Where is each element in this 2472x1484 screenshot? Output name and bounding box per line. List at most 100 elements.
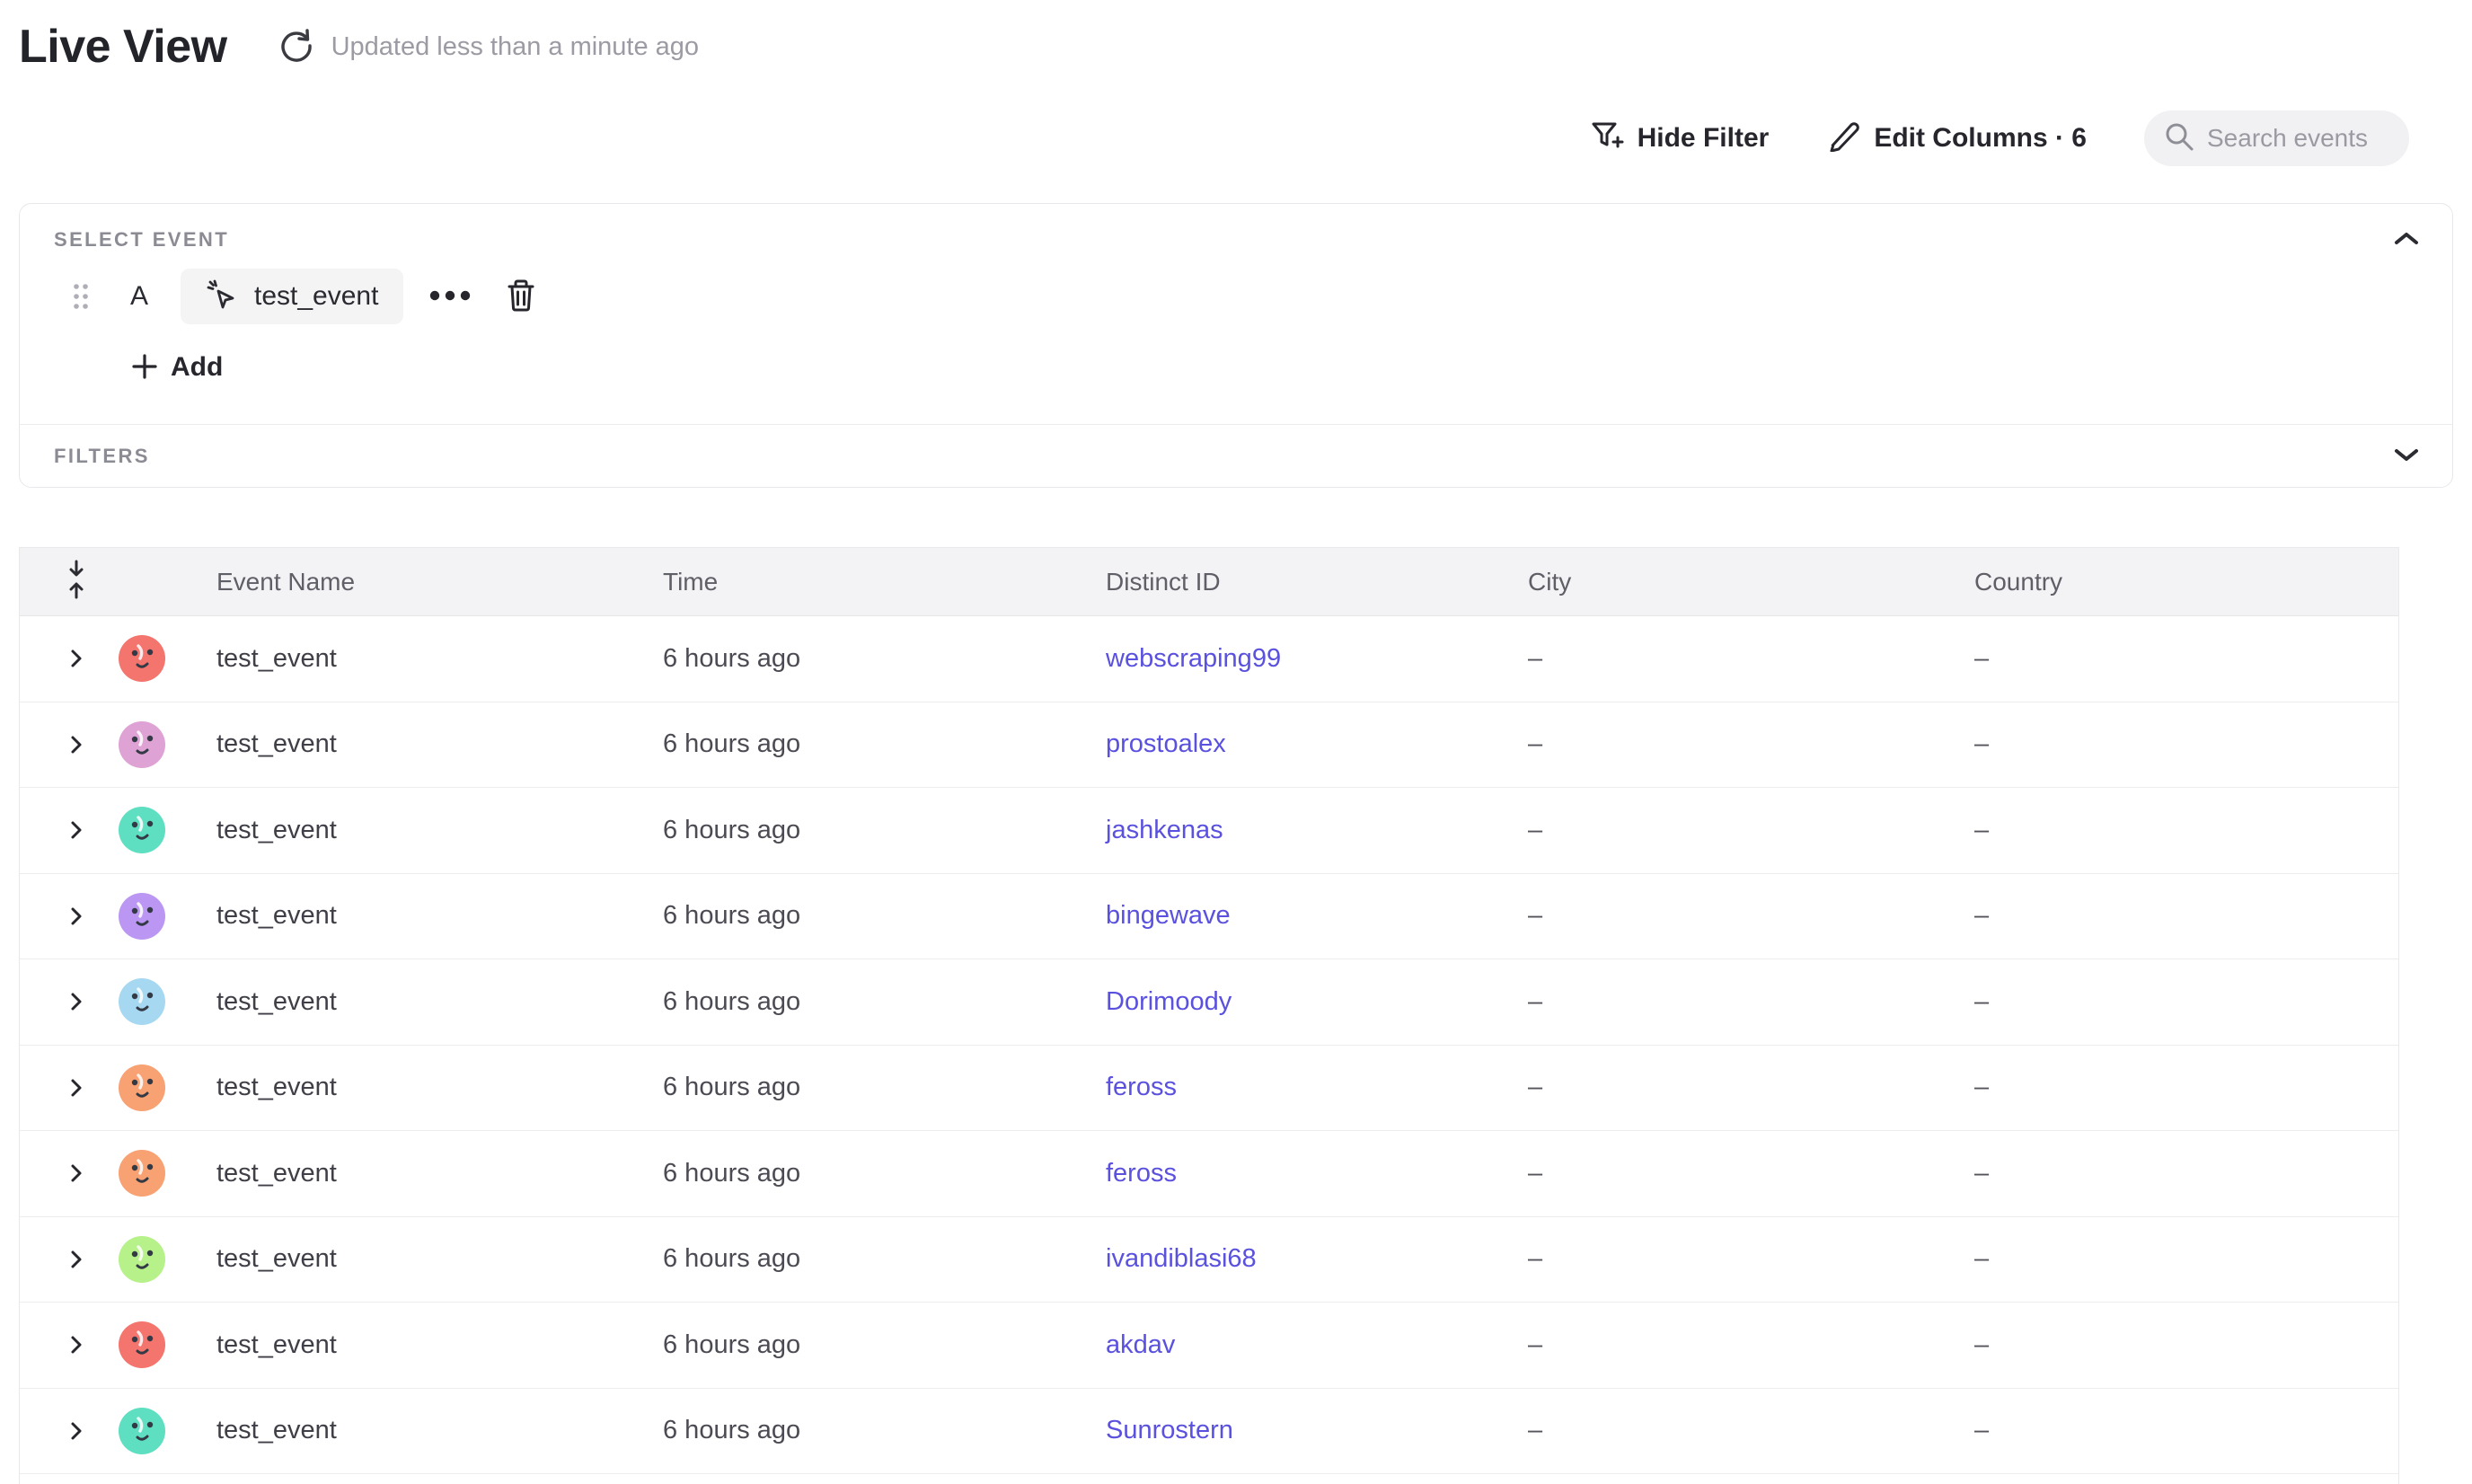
table-body: test_event 6 hours ago webscraping99 – – [20, 616, 2398, 1474]
filters-section-row[interactable]: FILTERS [20, 424, 2452, 487]
time-cell: 6 hours ago [663, 816, 1106, 845]
distinct-id-link[interactable]: jashkenas [1106, 816, 1223, 844]
drag-handle[interactable] [71, 279, 91, 314]
edit-columns-label: Edit Columns · 6 [1874, 123, 2087, 154]
column-header-city: City [1528, 568, 1974, 596]
table-row[interactable]: test_event 6 hours ago jashkenas – – [20, 788, 2398, 874]
column-header-country: Country [1974, 568, 2398, 596]
distinct-id-link[interactable]: ivandiblasi68 [1106, 1244, 1257, 1273]
table-row[interactable]: test_event 6 hours ago prostoalex – – [20, 702, 2398, 789]
hide-filter-button[interactable]: Hide Filter [1588, 117, 1770, 160]
country-cell: – [1974, 729, 2398, 759]
table-row[interactable]: test_event 6 hours ago Sunrostern – – [20, 1389, 2398, 1475]
time-cell: 6 hours ago [663, 1416, 1106, 1445]
column-header-time: Time [663, 568, 1106, 596]
city-cell: – [1528, 987, 1974, 1017]
select-event-header: SELECT EVENT [20, 204, 2452, 252]
event-chip-label: test_event [254, 281, 378, 312]
distinct-id-link[interactable]: bingewave [1106, 901, 1231, 930]
distinct-id-link[interactable]: Dorimoody [1106, 987, 1232, 1016]
delete-event-button[interactable] [506, 278, 536, 315]
more-options-button[interactable] [428, 289, 472, 305]
time-cell: 6 hours ago [663, 901, 1106, 931]
plus-icon [131, 353, 158, 383]
expand-row-chevron-icon[interactable] [67, 648, 85, 669]
table-row[interactable]: test_event 6 hours ago feross – – [20, 1131, 2398, 1217]
city-cell: – [1528, 816, 1974, 845]
city-cell: – [1528, 729, 1974, 759]
updated-status-text: Updated less than a minute ago [331, 32, 700, 62]
collapse-all-cell[interactable] [20, 560, 110, 604]
event-name-cell: test_event [174, 644, 663, 674]
country-cell: – [1974, 816, 2398, 845]
event-name-cell: test_event [174, 901, 663, 931]
expand-row-chevron-icon[interactable] [67, 1077, 85, 1099]
country-cell: – [1974, 1159, 2398, 1188]
city-cell: – [1528, 644, 1974, 674]
hide-filter-label: Hide Filter [1638, 123, 1770, 154]
expand-row-chevron-icon[interactable] [67, 991, 85, 1012]
country-cell: – [1974, 1244, 2398, 1274]
table-header-row: Event Name Time Distinct ID City Country [20, 548, 2398, 616]
filters-label: FILTERS [54, 445, 150, 468]
time-cell: 6 hours ago [663, 1244, 1106, 1274]
collapse-rows-icon [65, 560, 88, 604]
expand-filters-button[interactable] [2393, 446, 2420, 465]
distinct-id-link[interactable]: prostoalex [1106, 729, 1226, 758]
distinct-id-link[interactable]: feross [1106, 1159, 1177, 1188]
expand-row-chevron-icon[interactable] [67, 1420, 85, 1442]
distinct-id-link[interactable]: webscraping99 [1106, 644, 1281, 673]
expand-row-chevron-icon[interactable] [67, 905, 85, 927]
click-event-icon [206, 278, 240, 315]
country-cell: – [1974, 1330, 2398, 1360]
column-header-event-name: Event Name [174, 568, 663, 596]
table-row[interactable]: test_event 6 hours ago bingewave – – [20, 874, 2398, 960]
city-cell: – [1528, 901, 1974, 931]
time-cell: 6 hours ago [663, 987, 1106, 1017]
event-name-cell: test_event [174, 1416, 663, 1445]
collapse-section-button[interactable] [2393, 231, 2420, 250]
city-cell: – [1528, 1159, 1974, 1188]
search-input[interactable] [2207, 124, 2387, 153]
expand-row-chevron-icon[interactable] [67, 1334, 85, 1356]
user-avatar [119, 1236, 165, 1283]
distinct-id-link[interactable]: Sunrostern [1106, 1416, 1233, 1444]
table-row[interactable]: test_event 6 hours ago ivandiblasi68 – – [20, 1217, 2398, 1303]
city-cell: – [1528, 1416, 1974, 1445]
event-name-cell: test_event [174, 1244, 663, 1274]
search-box[interactable] [2144, 110, 2409, 166]
distinct-id-link[interactable]: akdav [1106, 1330, 1175, 1359]
column-header-distinct-id: Distinct ID [1106, 568, 1528, 596]
user-avatar [119, 1150, 165, 1197]
table-row[interactable]: test_event 6 hours ago webscraping99 – – [20, 616, 2398, 702]
country-cell: – [1974, 1073, 2398, 1102]
table-row[interactable]: test_event 6 hours ago akdav – – [20, 1303, 2398, 1389]
chevron-up-icon [2393, 231, 2420, 250]
edit-columns-button[interactable]: Edit Columns · 6 [1826, 118, 2087, 159]
table-row[interactable]: test_event 6 hours ago feross – – [20, 1046, 2398, 1132]
event-name-cell: test_event [174, 1073, 663, 1102]
time-cell: 6 hours ago [663, 1330, 1106, 1360]
expand-row-chevron-icon[interactable] [67, 1249, 85, 1270]
page-header: Live View Updated less than a minute ago [19, 20, 699, 74]
add-event-button[interactable]: Add [131, 352, 223, 383]
event-chip[interactable]: test_event [181, 269, 403, 324]
add-button-label: Add [171, 352, 223, 383]
event-name-cell: test_event [174, 987, 663, 1017]
city-cell: – [1528, 1330, 1974, 1360]
city-cell: – [1528, 1244, 1974, 1274]
user-avatar [119, 978, 165, 1025]
event-name-cell: test_event [174, 816, 663, 845]
refresh-button[interactable] [276, 26, 317, 67]
events-table: Event Name Time Distinct ID City Country [19, 547, 2399, 1484]
expand-row-chevron-icon[interactable] [67, 734, 85, 755]
filter-plus-icon [1588, 117, 1624, 160]
expand-row-chevron-icon[interactable] [67, 1162, 85, 1184]
expand-row-chevron-icon[interactable] [67, 819, 85, 841]
distinct-id-link[interactable]: feross [1106, 1073, 1177, 1101]
table-row[interactable]: test_event 6 hours ago Dorimoody – – [20, 959, 2398, 1046]
pencil-icon [1826, 118, 1860, 159]
user-avatar [119, 1321, 165, 1368]
refresh-icon [278, 27, 315, 67]
select-event-panel: SELECT EVENT A test_ [19, 203, 2453, 488]
